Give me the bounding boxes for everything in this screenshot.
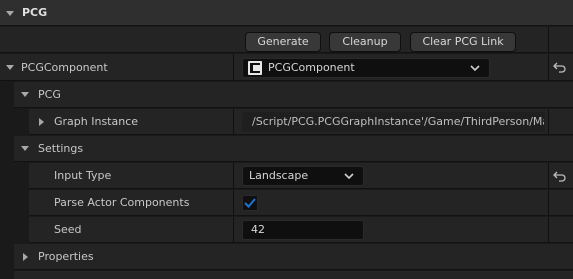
triangle-down-icon [6,11,14,16]
column-divider[interactable] [548,217,549,243]
column-divider[interactable] [233,217,234,243]
graph-instance-field[interactable]: /Script/PCG.PCGGraphInstance'/Game/Third… [242,112,545,132]
category-title: PCG [22,6,48,19]
checkmark-icon [244,198,256,208]
settings-subcategory-title: Settings [38,142,84,155]
seed-input[interactable]: 42 [242,220,364,240]
reset-arrow-icon[interactable] [553,169,567,183]
component-label: PCGComponent [21,61,108,74]
seed-value: 42 [251,223,265,236]
reset-arrow-icon[interactable] [553,60,567,74]
column-divider[interactable] [233,54,234,81]
triangle-down-icon[interactable] [21,92,29,97]
input-type-dropdown[interactable]: Landscape [242,166,364,186]
column-divider[interactable] [233,109,234,135]
column-divider[interactable] [548,54,549,81]
cleanup-button[interactable]: Cleanup [329,32,401,52]
parse-actor-components-checkbox[interactable] [242,195,258,211]
parse-actor-components-row[interactable]: Parse Actor Components [0,190,573,216]
column-divider[interactable] [548,109,549,135]
column-divider[interactable] [548,27,549,53]
settings-subcategory-row[interactable]: Settings [0,136,573,162]
actions-row: Generate Cleanup Clear PCG Link [0,27,573,53]
details-category-header[interactable]: PCG [0,0,573,26]
input-type-row[interactable]: Input Type Landscape [0,163,573,189]
column-divider[interactable] [548,190,549,216]
graph-instance-row[interactable]: Graph Instance /Script/PCG.PCGGraphInsta… [0,109,573,135]
triangle-right-icon[interactable] [23,253,28,261]
seed-row[interactable]: Seed 42 [0,217,573,243]
column-divider[interactable] [548,163,549,189]
column-divider[interactable] [233,163,234,189]
column-divider[interactable] [233,190,234,216]
properties-subcategory-title: Properties [38,250,94,263]
pcg-subcategory-row[interactable]: PCG [0,82,573,108]
pcg-subcategory-title: PCG [38,88,61,101]
bottom-area [0,271,573,279]
seed-label: Seed [54,223,82,236]
component-class-combo[interactable]: PCGComponent [242,58,490,78]
input-type-label: Input Type [54,169,112,182]
triangle-right-icon[interactable] [39,118,44,126]
chevron-down-icon [470,65,480,72]
component-class-icon [248,61,262,75]
triangle-down-icon[interactable] [21,146,29,151]
input-type-value: Landscape [249,169,309,182]
clear-pcg-link-button[interactable]: Clear PCG Link [410,32,516,52]
component-class-value: PCGComponent [268,61,355,74]
graph-instance-label: Graph Instance [54,115,139,128]
parse-actor-components-label: Parse Actor Components [54,196,190,209]
chevron-down-icon [344,173,354,180]
graph-instance-value: /Script/PCG.PCGGraphInstance'/Game/Third… [252,115,545,128]
properties-subcategory-row[interactable]: Properties [0,244,573,270]
pcg-component-row[interactable]: PCGComponent PCGComponent [0,54,573,81]
triangle-down-icon[interactable] [6,65,14,70]
generate-button[interactable]: Generate [245,32,321,52]
